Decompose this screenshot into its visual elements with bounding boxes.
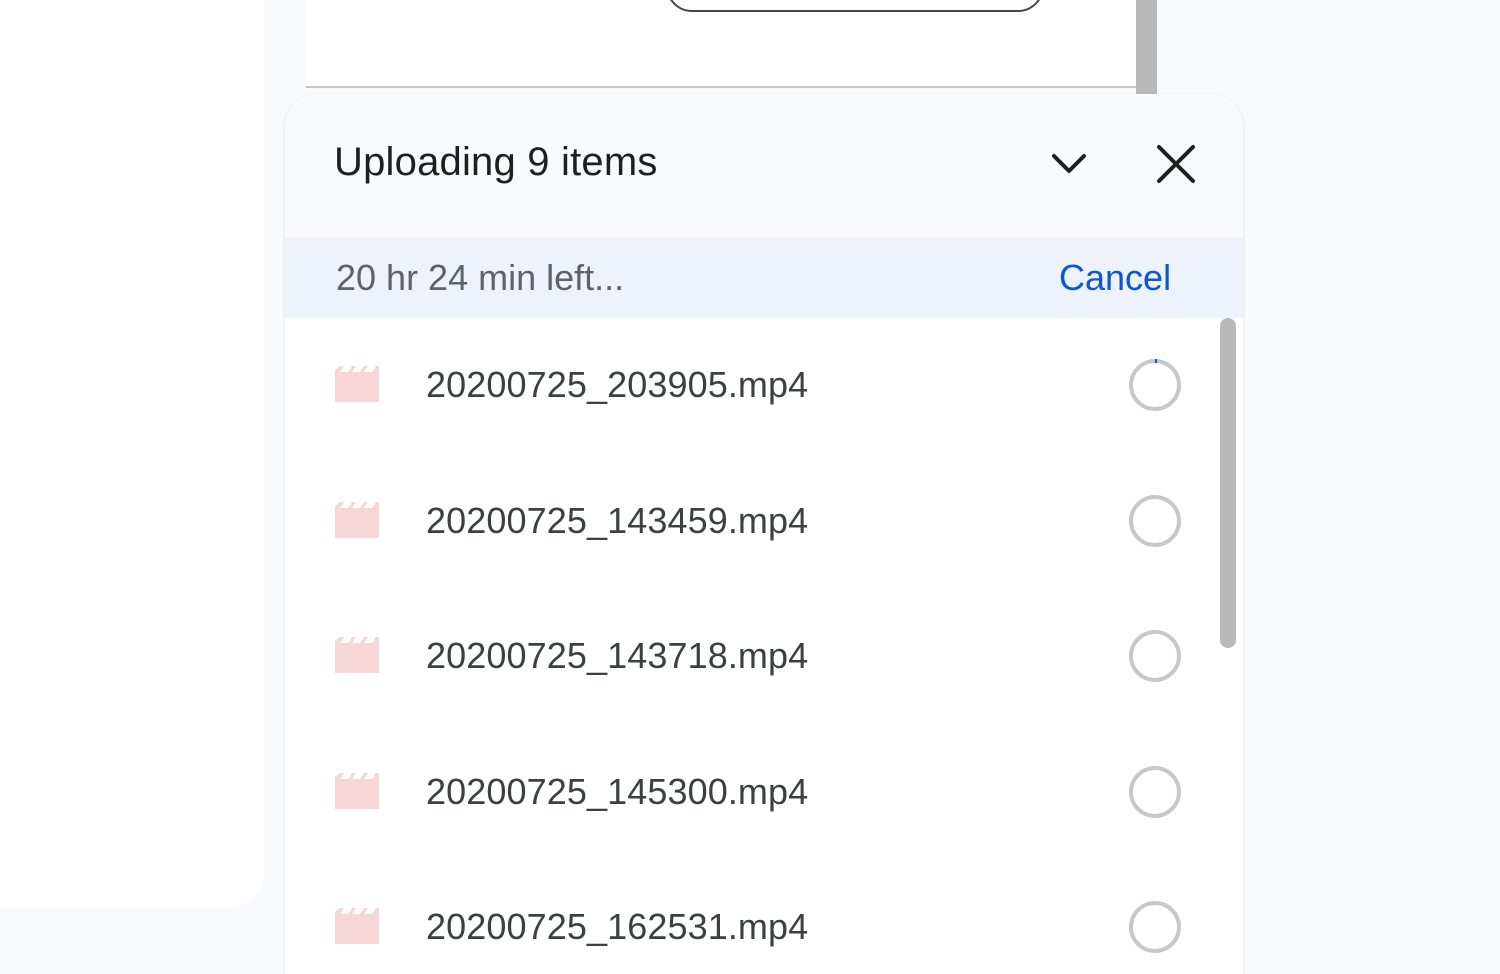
file-row[interactable]: 20200725_145300.mp4 [285, 725, 1243, 861]
upload-title: Uploading 9 items [334, 140, 658, 184]
cancel-button[interactable]: Cancel [1059, 257, 1171, 299]
video-file-icon [335, 366, 379, 402]
video-file-icon [335, 772, 379, 809]
file-name: 20200725_143459.mp4 [426, 499, 809, 541]
time-remaining: 20 hr 24 min left... [336, 257, 625, 298]
video-file-icon [335, 501, 379, 538]
scrollbar-thumb[interactable] [1220, 318, 1236, 648]
video-file-icon [335, 908, 379, 944]
close-icon [1157, 145, 1195, 183]
close-button[interactable] [1146, 134, 1206, 194]
chevron-down-icon [1052, 154, 1086, 173]
collapse-button[interactable] [1039, 134, 1099, 194]
progress-ring-icon [1129, 359, 1181, 411]
file-row[interactable]: 20200725_143718.mp4 [285, 589, 1243, 725]
progress-ring-icon [1129, 630, 1181, 682]
upload-panel: Uploading 9 items 20 hr 24 min left... C… [285, 94, 1243, 974]
background-scrollbar[interactable] [1136, 0, 1157, 95]
file-name: 20200725_203905.mp4 [426, 364, 809, 405]
progress-ring-icon [1129, 494, 1181, 547]
left-background-card [0, 0, 264, 908]
background-document [306, 0, 1138, 88]
upload-status-bar: 20 hr 24 min left... Cancel [285, 238, 1243, 318]
file-row[interactable]: 20200725_143459.mp4 [285, 454, 1243, 590]
file-name: 20200725_145300.mp4 [426, 770, 809, 812]
file-row[interactable]: 20200725_203905.mp4 [285, 318, 1243, 454]
file-name: 20200725_162531.mp4 [426, 906, 809, 947]
upload-file-list: 20200725_203905.mp4 20200725_143459.mp4 … [285, 318, 1243, 974]
video-file-icon [335, 637, 379, 673]
file-name: 20200725_143718.mp4 [426, 635, 809, 676]
background-pill-button[interactable] [666, 0, 1044, 12]
upload-panel-header: Uploading 9 items [285, 94, 1243, 238]
file-row[interactable]: 20200725_162531.mp4 [285, 860, 1243, 974]
file-list-scrollbar[interactable] [1218, 318, 1238, 974]
progress-ring-icon [1129, 765, 1181, 818]
progress-ring-icon [1129, 901, 1181, 953]
